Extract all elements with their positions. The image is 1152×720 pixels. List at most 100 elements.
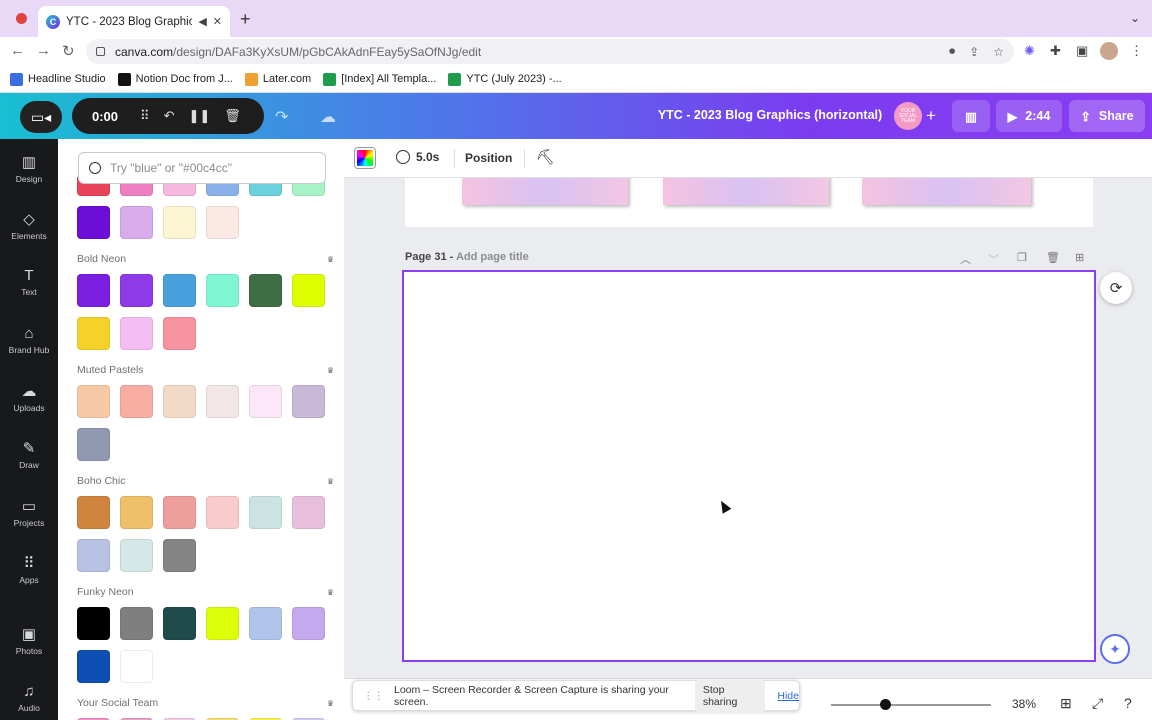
color-swatch[interactable] bbox=[163, 496, 196, 529]
help-icon[interactable]: ? bbox=[1124, 695, 1132, 711]
color-swatch[interactable] bbox=[77, 650, 110, 683]
move-page-down-icon[interactable]: ﹀ bbox=[988, 251, 999, 267]
color-swatch[interactable] bbox=[77, 539, 110, 572]
color-swatch[interactable] bbox=[206, 496, 239, 529]
color-picker-button[interactable] bbox=[355, 148, 375, 168]
previous-page[interactable] bbox=[405, 178, 1093, 227]
bookmark-index-templates[interactable]: [Index] All Templa... bbox=[323, 72, 436, 86]
gradient-thumbnail[interactable] bbox=[663, 178, 829, 205]
profile-avatar[interactable] bbox=[1100, 42, 1118, 60]
color-swatch[interactable] bbox=[249, 496, 282, 529]
microphone-icon[interactable]: ⏺ bbox=[949, 44, 955, 59]
sidebar-item-brand-hub[interactable]: ⌂ Brand Hub bbox=[0, 325, 58, 355]
color-swatch[interactable] bbox=[120, 274, 153, 307]
zoom-level[interactable]: 38% bbox=[1012, 697, 1036, 711]
url-field[interactable]: canva.com/design/DAFa3KyXsUM/pGbCAkAdnFE… bbox=[86, 39, 1014, 64]
share-page-icon[interactable]: ⇪ bbox=[969, 45, 979, 59]
browser-menu-icon[interactable]: ⋮ bbox=[1130, 43, 1143, 59]
page-31-canvas[interactable] bbox=[402, 270, 1096, 662]
refresh-icon[interactable]: ⟳ bbox=[1100, 272, 1132, 304]
color-swatch[interactable] bbox=[120, 385, 153, 418]
back-arrow-icon[interactable]: ← bbox=[10, 42, 25, 59]
color-swatch[interactable] bbox=[163, 607, 196, 640]
undo-recording-icon[interactable]: ↶ bbox=[164, 108, 175, 124]
color-swatch[interactable] bbox=[163, 385, 196, 418]
bookmark-headline-studio[interactable]: Headline Studio bbox=[10, 72, 106, 86]
color-swatch[interactable] bbox=[292, 274, 325, 307]
gradient-thumbnail[interactable] bbox=[462, 178, 628, 205]
sidebar-item-apps[interactable]: ⠿ Apps bbox=[0, 554, 58, 585]
move-page-up-icon[interactable]: ︿ bbox=[960, 251, 971, 267]
color-swatch[interactable] bbox=[206, 607, 239, 640]
color-swatch[interactable] bbox=[77, 428, 110, 461]
sidebar-item-uploads[interactable]: ☁ Uploads bbox=[0, 382, 58, 413]
close-tab-icon[interactable]: ✕ bbox=[213, 15, 222, 28]
share-button[interactable]: ⇪ Share bbox=[1069, 100, 1145, 132]
color-swatch[interactable] bbox=[77, 317, 110, 350]
loom-camera-icon[interactable]: ▭◂ bbox=[20, 101, 62, 133]
position-button[interactable]: Position bbox=[465, 151, 512, 165]
present-button[interactable]: ▶ 2:44 bbox=[996, 100, 1062, 132]
bookmark-star-icon[interactable]: ☆ bbox=[993, 45, 1004, 59]
add-page-icon[interactable]: ⊞ bbox=[1075, 251, 1084, 264]
tab-search-chevron-icon[interactable]: ⌄ bbox=[1130, 11, 1140, 25]
browser-tab[interactable]: C YTC - 2023 Blog Graphics ◀ ✕ bbox=[38, 6, 230, 37]
color-swatch[interactable] bbox=[249, 274, 282, 307]
redo-icon[interactable]: ↷ bbox=[275, 107, 288, 127]
add-collaborator-icon[interactable]: + bbox=[926, 106, 936, 126]
color-swatch[interactable] bbox=[163, 539, 196, 572]
color-swatch[interactable] bbox=[206, 385, 239, 418]
fullscreen-icon[interactable]: ⤢ bbox=[1092, 695, 1103, 712]
side-panel-icon[interactable]: ▣ bbox=[1076, 43, 1088, 59]
color-swatch[interactable] bbox=[120, 206, 153, 239]
color-swatch[interactable] bbox=[292, 607, 325, 640]
color-swatch[interactable] bbox=[120, 650, 153, 683]
extensions-puzzle-icon[interactable]: ✚ bbox=[1050, 43, 1061, 59]
grid-view-icon[interactable]: ⊞ bbox=[1060, 695, 1072, 712]
reload-icon[interactable]: ↻ bbox=[62, 42, 75, 60]
forward-arrow-icon[interactable]: → bbox=[36, 42, 51, 59]
sidebar-item-design[interactable]: ▥ Design bbox=[0, 153, 58, 184]
color-swatch[interactable] bbox=[120, 539, 153, 572]
color-swatch[interactable] bbox=[120, 496, 153, 529]
bookmark-ytc-july[interactable]: YTC (July 2023) -... bbox=[448, 72, 562, 86]
extension-snowflake-icon[interactable]: ✺ bbox=[1024, 43, 1035, 59]
color-swatch[interactable] bbox=[77, 496, 110, 529]
sidebar-item-elements[interactable]: ◇ Elements bbox=[0, 210, 58, 241]
zoom-slider[interactable] bbox=[831, 704, 991, 706]
color-swatch[interactable] bbox=[206, 274, 239, 307]
color-swatch[interactable] bbox=[77, 206, 110, 239]
stop-sharing-button[interactable]: Stop sharing bbox=[694, 679, 766, 712]
color-swatch[interactable] bbox=[163, 317, 196, 350]
color-swatch[interactable] bbox=[77, 607, 110, 640]
sidebar-item-draw[interactable]: ✎ Draw bbox=[0, 439, 58, 470]
sidebar-item-text[interactable]: T Text bbox=[0, 267, 58, 297]
duplicate-page-icon[interactable]: ❐ bbox=[1017, 251, 1027, 264]
color-swatch[interactable] bbox=[163, 206, 196, 239]
color-swatch[interactable] bbox=[77, 385, 110, 418]
sidebar-item-audio[interactable]: ♫ Audio bbox=[0, 683, 58, 713]
color-swatch[interactable] bbox=[249, 607, 282, 640]
add-page-title[interactable]: Add page title bbox=[456, 251, 529, 263]
new-tab-icon[interactable]: + bbox=[240, 9, 251, 30]
color-search-input[interactable]: Try "blue" or "#00c4cc" bbox=[78, 152, 326, 184]
color-swatch[interactable] bbox=[249, 385, 282, 418]
color-swatch[interactable] bbox=[292, 385, 325, 418]
delete-page-icon[interactable]: 🗑 bbox=[1046, 251, 1060, 264]
gradient-thumbnail[interactable] bbox=[862, 178, 1031, 205]
color-swatch[interactable] bbox=[292, 496, 325, 529]
audio-mute-icon[interactable]: ◀ bbox=[198, 15, 206, 28]
color-swatch[interactable] bbox=[120, 317, 153, 350]
duration-button[interactable]: 5.0s bbox=[396, 150, 439, 164]
bookmark-notion-doc[interactable]: Notion Doc from J... bbox=[117, 72, 233, 86]
bookmark-later[interactable]: Later.com bbox=[244, 72, 311, 86]
delete-recording-icon[interactable]: 🗑 bbox=[224, 108, 241, 124]
paint-roller-icon[interactable]: ⛏ bbox=[536, 148, 555, 166]
team-avatar-badge[interactable]: YOUR SOCIAL TEAM bbox=[894, 102, 922, 130]
drag-handle-icon[interactable]: ⋮⋮ bbox=[363, 690, 384, 702]
magic-assistant-icon[interactable]: ✦ bbox=[1100, 634, 1130, 664]
sidebar-item-projects[interactable]: ▭ Projects bbox=[0, 497, 58, 528]
color-swatch[interactable] bbox=[163, 274, 196, 307]
hide-link[interactable]: Hide bbox=[777, 690, 799, 702]
document-title[interactable]: YTC - 2023 Blog Graphics (horizontal) bbox=[630, 108, 910, 122]
